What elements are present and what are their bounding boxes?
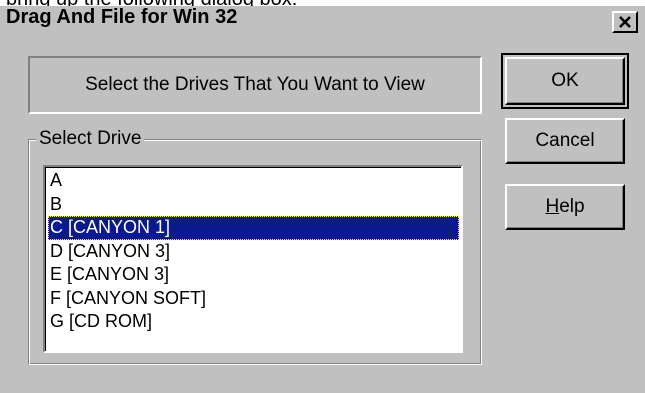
ok-button[interactable]: OK xyxy=(505,57,625,105)
drive-list-item[interactable]: B xyxy=(48,193,459,217)
drive-list-item[interactable]: A xyxy=(48,169,459,193)
help-mnemonic: H xyxy=(545,196,560,217)
drive-list-item[interactable]: G [CD ROM] xyxy=(48,310,459,334)
cancel-button[interactable]: Cancel xyxy=(505,118,625,164)
prompt-panel: Select the Drives That You Want to View xyxy=(28,56,482,114)
help-label: Help xyxy=(545,196,584,218)
close-icon xyxy=(619,16,631,28)
drive-list-item-selected[interactable]: C [CANYON 1] xyxy=(48,216,459,240)
group-label: Select Drive xyxy=(36,127,145,151)
drive-listbox[interactable]: A B C [CANYON 1] D [CANYON 3] E [CANYON … xyxy=(43,165,463,353)
close-button[interactable] xyxy=(612,11,638,33)
drive-list-item[interactable]: D [CANYON 3] xyxy=(48,240,459,264)
help-label-rest: elp xyxy=(559,196,585,217)
ok-label: OK xyxy=(551,70,579,91)
prompt-text: Select the Drives That You Want to View xyxy=(85,74,425,95)
title-bar[interactable]: Drag And File for Win 32 xyxy=(0,6,645,37)
help-button[interactable]: Help xyxy=(505,184,625,230)
drive-list-item[interactable]: F [CANYON SOFT] xyxy=(48,287,459,311)
dialog-title: Drag And File for Win 32 xyxy=(6,6,238,28)
cancel-label: Cancel xyxy=(535,130,595,151)
drive-select-dialog: Drag And File for Win 32 Select the Driv… xyxy=(0,6,645,393)
drive-list-item[interactable]: E [CANYON 3] xyxy=(48,263,459,287)
